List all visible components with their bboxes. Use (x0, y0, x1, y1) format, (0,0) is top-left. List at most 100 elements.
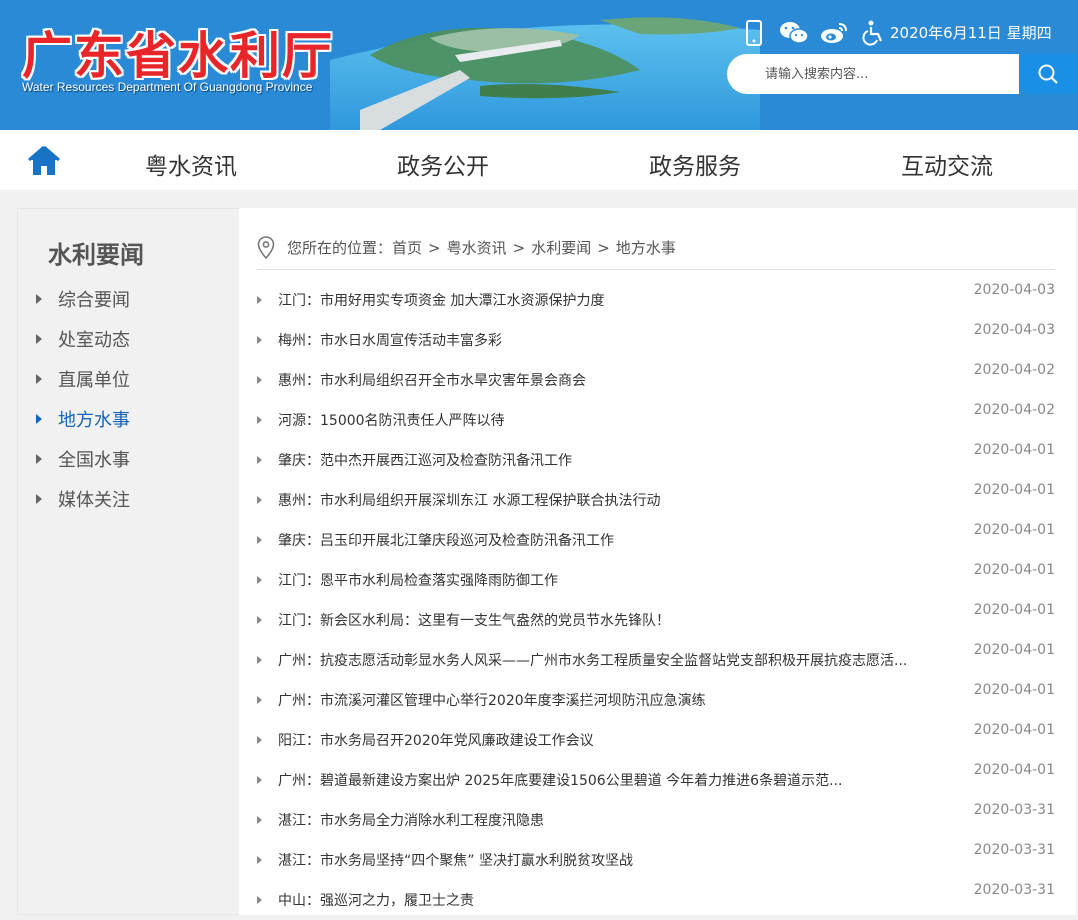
sidebar-item-label: 直属单位 (58, 370, 130, 391)
home-icon[interactable] (26, 144, 62, 178)
news-title[interactable]: 广州：抗疫志愿活动彰显水务人风采——广州市水务工程质量安全监督站党支部积极开展抗… (278, 650, 958, 670)
caret-right-icon (36, 454, 42, 464)
news-title[interactable]: 梅州：市水日水周宣传活动丰富多彩 (278, 330, 958, 350)
breadcrumb-separator: > (597, 239, 610, 257)
bullet-icon (257, 376, 262, 384)
news-title[interactable]: 肇庆：范中杰开展西江巡河及检查防汛备汛工作 (278, 450, 958, 470)
news-title[interactable]: 江门：市用好用实专项资金 加大潭江水资源保护力度 (278, 290, 958, 310)
news-item[interactable]: 梅州：市水日水周宣传活动丰富多彩 2020-04-03 (257, 320, 1055, 360)
breadcrumb-yueshui-news[interactable]: 粤水资讯 (447, 236, 507, 260)
news-item[interactable]: 肇庆：吕玉印开展北江肇庆段巡河及检查防汛备汛工作 2020-04-01 (257, 520, 1055, 560)
news-item[interactable]: 肇庆：范中杰开展西江巡河及检查防汛备汛工作 2020-04-01 (257, 440, 1055, 480)
sidebar-item-label: 地方水事 (58, 410, 130, 431)
news-title[interactable]: 江门：新会区水利局：这里有一支生气盎然的党员节水先锋队！ (278, 610, 958, 630)
news-date: 2020-04-02 (973, 362, 1055, 378)
news-title[interactable]: 湛江：市水务局全力消除水利工程度汛隐患 (278, 810, 958, 830)
site-logo-subtitle: Water Resources Department Of Guangdong … (22, 80, 313, 94)
news-item[interactable]: 广州：市流溪河灌区管理中心举行2020年度李溪拦河坝防汛应急演练 2020-04-… (257, 680, 1055, 720)
news-item[interactable]: 惠州：市水利局组织召开全市水旱灾害年景会商会 2020-04-02 (257, 360, 1055, 400)
news-title[interactable]: 惠州：市水利局组织开展深圳东江 水源工程保护联合执法行动 (278, 490, 958, 510)
sidebar-item-label: 综合要闻 (58, 290, 130, 311)
news-item[interactable]: 广州：抗疫志愿活动彰显水务人风采——广州市水务工程质量安全监督站党支部积极开展抗… (257, 640, 1055, 680)
sidebar-item-label: 处室动态 (58, 330, 130, 351)
site-logo-title[interactable]: 广东省水利厅 (22, 16, 334, 88)
sidebar: 水利要闻 综合要闻 处室动态 直属单位 地方水事 全国水事 媒体关注 (17, 208, 239, 915)
bullet-icon (257, 616, 262, 624)
weibo-icon[interactable] (814, 18, 854, 48)
news-item[interactable]: 广州：碧道最新建设方案出炉 2025年底要建设1506公里碧道 今年着力推进6条… (257, 760, 1055, 800)
bullet-icon (257, 576, 262, 584)
bullet-icon (257, 896, 262, 904)
wechat-icon[interactable] (774, 18, 814, 48)
nav-item-government-services[interactable]: 政务服务 (649, 147, 741, 181)
bullet-icon (257, 456, 262, 464)
nav-item-yueshui-news[interactable]: 粤水资讯 (145, 147, 237, 181)
site-header: 广东省水利厅 Water Resources Department Of Gua… (0, 0, 1078, 130)
news-date: 2020-04-01 (973, 562, 1055, 578)
news-date: 2020-03-31 (973, 802, 1055, 818)
news-item[interactable]: 湛江：市水务局坚持“四个聚焦” 坚决打赢水利脱贫攻坚战 2020-03-31 (257, 840, 1055, 880)
bullet-icon (257, 336, 262, 344)
bullet-icon (257, 776, 262, 784)
news-title[interactable]: 广州：市流溪河灌区管理中心举行2020年度李溪拦河坝防汛应急演练 (278, 690, 958, 710)
search-box (727, 54, 1019, 94)
bullet-icon (257, 816, 262, 824)
search-icon (1038, 64, 1058, 84)
breadcrumb-local-water-affairs[interactable]: 地方水事 (616, 236, 676, 260)
sidebar-item-national-water-affairs[interactable]: 全国水事 (36, 446, 130, 472)
news-item[interactable]: 江门：新会区水利局：这里有一支生气盎然的党员节水先锋队！ 2020-04-01 (257, 600, 1055, 640)
news-title[interactable]: 中山：强巡河之力，履卫士之责 (278, 890, 958, 910)
news-title[interactable]: 阳江：市水务局召开2020年党风廉政建设工作会议 (278, 730, 958, 750)
news-title[interactable]: 江门：恩平市水利局检查落实强降雨防御工作 (278, 570, 958, 590)
breadcrumb-prefix: 您所在的位置： (287, 239, 393, 257)
sidebar-item-local-water-affairs[interactable]: 地方水事 (36, 406, 130, 432)
news-item[interactable]: 江门：恩平市水利局检查落实强降雨防御工作 2020-04-01 (257, 560, 1055, 600)
news-item[interactable]: 江门：市用好用实专项资金 加大潭江水资源保护力度 2020-04-03 (257, 280, 1055, 320)
breadcrumb-home[interactable]: 首页 (392, 236, 422, 260)
search-bar (727, 54, 1077, 94)
sidebar-item-media-focus[interactable]: 媒体关注 (36, 486, 130, 512)
nav-item-interaction[interactable]: 互动交流 (901, 147, 993, 181)
search-button[interactable] (1019, 54, 1077, 94)
news-title[interactable]: 河源：15000名防汛责任人严阵以待 (278, 410, 958, 430)
news-date: 2020-04-03 (973, 282, 1055, 298)
breadcrumb-separator: > (428, 239, 441, 257)
main-content: 您所在的位置： 首页 > 粤水资讯 > 水利要闻 > 地方水事 江门：市用好用实… (239, 208, 1076, 915)
mobile-icon[interactable] (734, 18, 774, 48)
news-title[interactable]: 惠州：市水利局组织召开全市水旱灾害年景会商会 (278, 370, 958, 390)
sidebar-item-general-news[interactable]: 综合要闻 (36, 286, 130, 312)
sidebar-item-label: 全国水事 (58, 450, 130, 471)
news-date: 2020-04-02 (973, 402, 1055, 418)
bullet-icon (257, 736, 262, 744)
bullet-icon (257, 296, 262, 304)
caret-right-icon (36, 494, 42, 504)
breadcrumb: 您所在的位置： 首页 > 粤水资讯 > 水利要闻 > 地方水事 (257, 236, 1055, 270)
news-date: 2020-04-01 (973, 762, 1055, 778)
news-item[interactable]: 惠州：市水利局组织开展深圳东江 水源工程保护联合执法行动 2020-04-01 (257, 480, 1055, 520)
breadcrumb-water-news[interactable]: 水利要闻 (531, 236, 591, 260)
caret-right-icon (36, 334, 42, 344)
sidebar-item-label: 媒体关注 (58, 490, 130, 511)
sidebar-item-department-news[interactable]: 处室动态 (36, 326, 130, 352)
news-title[interactable]: 肇庆：吕玉印开展北江肇庆段巡河及检查防汛备汛工作 (278, 530, 958, 550)
news-item[interactable]: 中山：强巡河之力，履卫士之责 2020-03-31 (257, 880, 1055, 920)
news-item[interactable]: 河源：15000名防汛责任人严阵以待 2020-04-02 (257, 400, 1055, 440)
bullet-icon (257, 856, 262, 864)
news-item[interactable]: 湛江：市水务局全力消除水利工程度汛隐患 2020-03-31 (257, 800, 1055, 840)
news-date: 2020-04-01 (973, 722, 1055, 738)
search-input[interactable] (765, 64, 1005, 84)
breadcrumb-separator: > (512, 239, 526, 257)
caret-right-icon (36, 294, 42, 304)
news-date: 2020-03-31 (973, 882, 1055, 898)
sidebar-item-affiliated-units[interactable]: 直属单位 (36, 366, 130, 392)
bullet-icon (257, 656, 262, 664)
news-title[interactable]: 湛江：市水务局坚持“四个聚焦” 坚决打赢水利脱贫攻坚战 (278, 850, 958, 870)
news-date: 2020-04-01 (973, 682, 1055, 698)
bullet-icon (257, 496, 262, 504)
nav-item-government-disclosure[interactable]: 政务公开 (397, 147, 489, 181)
accessibility-icon[interactable] (854, 18, 894, 48)
news-title[interactable]: 广州：碧道最新建设方案出炉 2025年底要建设1506公里碧道 今年着力推进6条… (278, 770, 958, 790)
news-item[interactable]: 阳江：市水务局召开2020年党风廉政建设工作会议 2020-04-01 (257, 720, 1055, 760)
location-pin-icon (257, 236, 275, 260)
bullet-icon (257, 536, 262, 544)
